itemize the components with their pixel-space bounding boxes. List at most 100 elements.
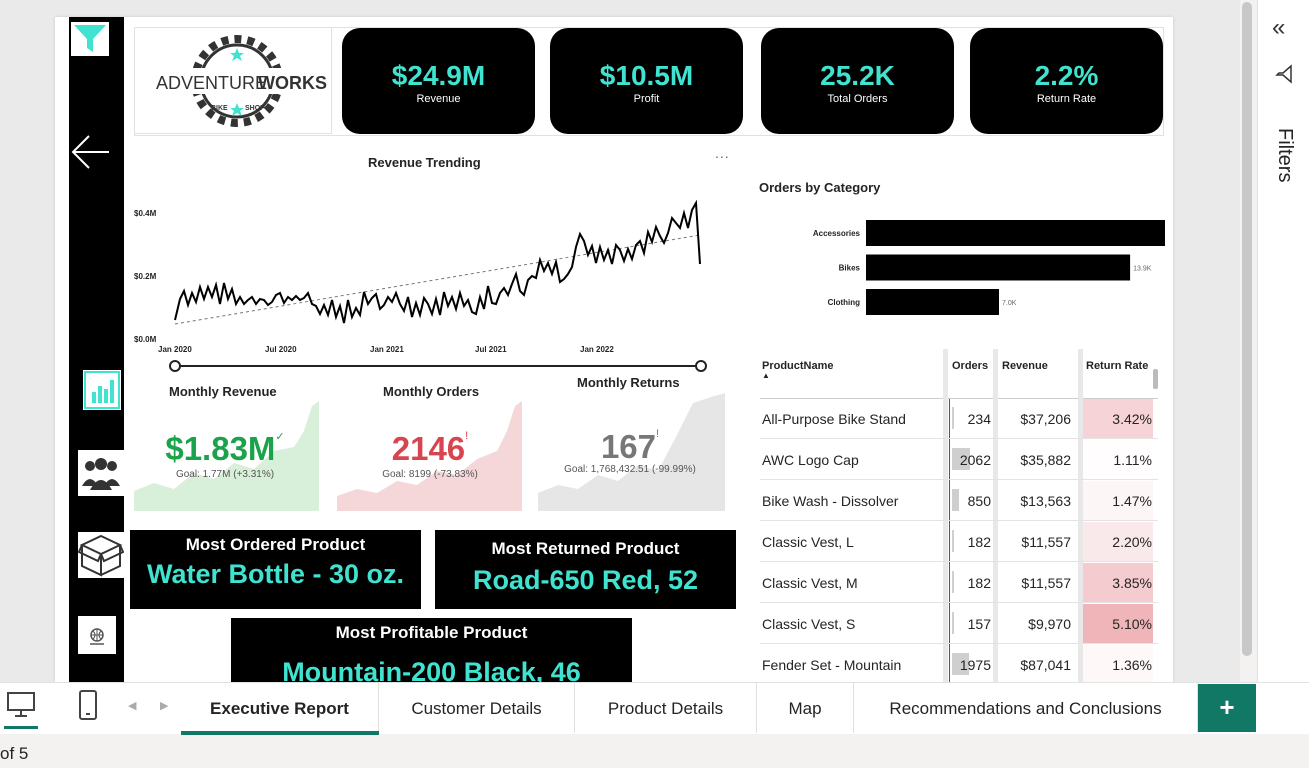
cell-product-name: Classic Vest, M	[762, 575, 858, 591]
table-row[interactable]: AWC Logo Cap 2062 $35,882 1.11%	[760, 440, 1158, 480]
report-page: ADVENTURE WORKS BIKE SHOP $24.9M Revenue …	[55, 17, 1173, 682]
alert-icon: !	[465, 430, 469, 442]
kpi-label: Profit	[633, 93, 660, 105]
cell-orders: 182	[967, 534, 991, 550]
category-bar[interactable]	[866, 254, 1131, 281]
filter-funnel-icon	[1274, 64, 1294, 89]
header-revenue[interactable]: Revenue	[1002, 360, 1048, 372]
table-row[interactable]: All-Purpose Bike Stand 234 $37,206 3.42%	[760, 399, 1158, 439]
svg-text:WORKS: WORKS	[258, 73, 327, 93]
table-row[interactable]: Classic Vest, L 182 $11,557 2.20%	[760, 522, 1158, 562]
cell-revenue: $13,563	[1020, 493, 1071, 509]
page-scrollbar[interactable]	[1242, 2, 1252, 656]
category-label: Accessories	[813, 229, 861, 238]
most-ordered-card[interactable]: Most Ordered Product Water Bottle - 30 o…	[130, 530, 421, 609]
next-page-icon[interactable]: ▶	[160, 699, 168, 712]
product-box-icon[interactable]	[77, 532, 125, 578]
kpi-return-rate[interactable]: 2.2% Return Rate	[970, 28, 1163, 134]
map-globe-icon[interactable]	[78, 616, 116, 654]
monthly-orders-value: 2146	[391, 430, 466, 467]
y-tick: $0.0M	[134, 335, 157, 344]
header-product-name[interactable]: ProductName	[762, 360, 834, 372]
page-tab-bar: ◀ ▶ Executive Report Customer Details Pr…	[0, 682, 1309, 735]
cell-revenue: $35,882	[1020, 452, 1071, 468]
desktop-view-icon[interactable]	[4, 691, 38, 729]
bar-chart-icon[interactable]	[83, 370, 121, 410]
more-options-icon[interactable]: ...	[715, 145, 730, 161]
logo-text: ADVENTURE	[156, 73, 267, 93]
date-slider-handle-start[interactable]	[169, 360, 181, 372]
cell-revenue: $87,041	[1020, 657, 1071, 673]
tab-customer-details[interactable]: Customer Details	[379, 683, 575, 733]
tab-map[interactable]: Map	[757, 683, 854, 733]
orders-databar	[952, 530, 954, 552]
customers-icon[interactable]	[78, 450, 124, 496]
filters-label[interactable]: Filters	[1273, 128, 1296, 182]
kpi-value: $10.5M	[599, 60, 694, 91]
cell-orders: 182	[967, 575, 991, 591]
table-row[interactable]: Classic Vest, M 182 $11,557 3.85%	[760, 563, 1158, 603]
category-bar[interactable]	[866, 289, 999, 315]
left-nav-bar	[69, 17, 125, 682]
monthly-revenue-goal: Goal: 1.77M (+3.31%)	[175, 469, 275, 480]
monthly-orders-kpi[interactable]: 2146!	[355, 430, 505, 468]
monthly-revenue-title: Monthly Revenue	[169, 384, 277, 399]
date-slider-track[interactable]	[175, 365, 701, 367]
card-value: Road-650 Red, 52	[472, 565, 699, 595]
cell-product-name: AWC Logo Cap	[762, 452, 859, 468]
cell-return-rate: 3.85%	[1112, 575, 1152, 591]
kpi-revenue[interactable]: $24.9M Revenue	[342, 28, 535, 134]
revenue-trend-line	[174, 199, 701, 325]
kpi-label: Revenue	[416, 93, 461, 105]
tab-product-details[interactable]: Product Details	[575, 683, 757, 733]
cell-product-name: Fender Set - Mountain	[762, 657, 902, 673]
card-heading: Most Profitable Product	[335, 623, 528, 642]
kpi-value: 25.2K	[820, 60, 895, 91]
table-row[interactable]: Fender Set - Mountain 1975 $87,041 1.36%	[760, 645, 1158, 682]
table-row[interactable]: Bike Wash - Dissolver 850 $13,563 1.47%	[760, 481, 1158, 521]
y-tick: $0.2M	[134, 272, 157, 281]
tab-executive-report[interactable]: Executive Report	[181, 683, 379, 735]
header-orders[interactable]: Orders	[952, 360, 988, 372]
collapse-filters-icon[interactable]: «	[1272, 16, 1285, 40]
cell-return-rate: 1.47%	[1112, 493, 1152, 509]
card-value: Water Bottle - 30 oz.	[146, 559, 405, 589]
cell-revenue: $9,970	[1028, 616, 1071, 632]
cell-product-name: Bike Wash - Dissolver	[762, 493, 899, 509]
monthly-orders-title: Monthly Orders	[383, 384, 480, 399]
date-slider-handle-end[interactable]	[695, 360, 707, 372]
sort-ascending-icon[interactable]: ▲	[762, 371, 770, 380]
card-heading: Most Ordered Product	[185, 535, 366, 554]
trend-line	[174, 234, 701, 325]
most-returned-card[interactable]: Most Returned Product Road-650 Red, 52	[435, 530, 736, 609]
revenue-trend-title: Revenue Trending	[368, 155, 481, 170]
kpi-total-orders[interactable]: 25.2K Total Orders	[761, 28, 954, 134]
table-scrollbar[interactable]	[1153, 369, 1158, 389]
prev-page-icon[interactable]: ◀	[128, 699, 136, 712]
add-page-button[interactable]: +	[1198, 684, 1256, 732]
most-profitable-card[interactable]: Most Profitable Product Mountain-200 Bla…	[231, 618, 632, 682]
header-return-rate[interactable]: Return Rate	[1086, 360, 1148, 372]
kpi-value: 2.2%	[1034, 60, 1099, 91]
adventureworks-logo: ADVENTURE WORKS BIKE SHOP	[134, 27, 332, 134]
row-divider	[760, 561, 1158, 562]
kpi-value: $24.9M	[391, 60, 486, 91]
cell-product-name: Classic Vest, S	[762, 616, 856, 632]
kpi-profit[interactable]: $10.5M Profit	[550, 28, 743, 134]
monthly-returns-kpi[interactable]: 167!	[555, 428, 705, 466]
category-bar[interactable]	[866, 220, 1165, 246]
tab-recommendations[interactable]: Recommendations and Conclusions	[854, 683, 1198, 733]
orders-databar	[952, 489, 959, 511]
orders-databar	[952, 571, 954, 593]
alert-icon: !	[656, 428, 660, 440]
monthly-revenue-kpi[interactable]: $1.83M✓	[150, 430, 300, 468]
page-indicator: of 5	[0, 744, 29, 763]
orders-by-category-title: Orders by Category	[759, 180, 881, 195]
cell-orders: 234	[967, 411, 991, 427]
back-arrow-icon[interactable]	[69, 130, 113, 174]
cell-product-name: Classic Vest, L	[762, 534, 854, 550]
kpi-label: Return Rate	[1036, 93, 1097, 105]
table-row[interactable]: Classic Vest, S 157 $9,970 5.10%	[760, 604, 1158, 644]
filter-icon[interactable]	[71, 22, 109, 56]
mobile-view-icon[interactable]	[78, 689, 98, 726]
